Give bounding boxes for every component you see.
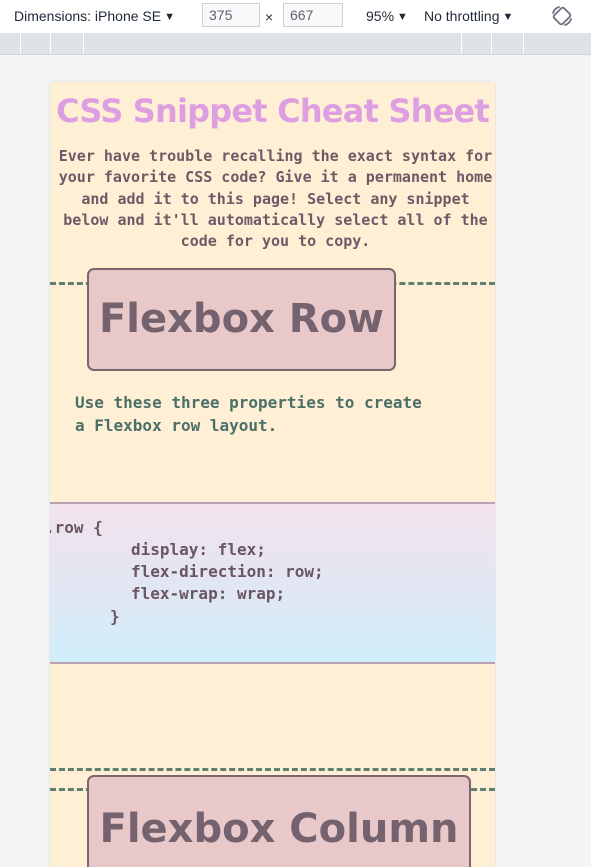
code-line: display: flex;	[131, 540, 266, 559]
section-divider	[50, 768, 495, 771]
width-input[interactable]: 375	[202, 3, 260, 27]
throttling-label: No throttling	[424, 8, 500, 24]
code-snippet-flexbox-row[interactable]: .row { display: flex; flex-direction: ro…	[50, 502, 495, 664]
code-line: .row {	[50, 518, 103, 537]
zoom-label: 95%	[366, 8, 395, 24]
caret-down-icon: ▼	[502, 11, 514, 23]
dimension-separator: ×	[265, 9, 274, 25]
height-input[interactable]: 667	[283, 3, 343, 27]
page-title: CSS Snippet Cheat Sheet	[56, 92, 490, 130]
emulated-viewport: CSS Snippet Cheat Sheet Ever have troubl…	[50, 82, 495, 867]
caret-down-icon: ▼	[164, 11, 175, 23]
code-line: }	[110, 607, 120, 626]
throttling-select[interactable]: No throttling ▼	[424, 0, 513, 33]
media-query-bar[interactable]	[0, 33, 591, 55]
code-line: flex-wrap: wrap;	[131, 584, 286, 603]
section-description: Use these three properties to create a F…	[75, 393, 422, 435]
section-heading-flexbox-column: Flexbox Column	[87, 775, 471, 867]
zoom-select[interactable]: 95% ▼	[366, 0, 408, 33]
section-heading-flexbox-row: Flexbox Row	[87, 268, 396, 371]
caret-down-icon: ▼	[397, 11, 408, 23]
device-label: Dimensions: iPhone SE	[14, 8, 162, 24]
rotate-icon[interactable]	[550, 4, 574, 28]
code-line: flex-direction: row;	[131, 562, 324, 581]
intro-text: Ever have trouble recalling the exact sy…	[58, 147, 493, 251]
device-select[interactable]: Dimensions: iPhone SE ▼	[14, 0, 175, 33]
device-toolbar: Dimensions: iPhone SE ▼ 375 × 667 95% ▼ No…	[0, 0, 591, 33]
